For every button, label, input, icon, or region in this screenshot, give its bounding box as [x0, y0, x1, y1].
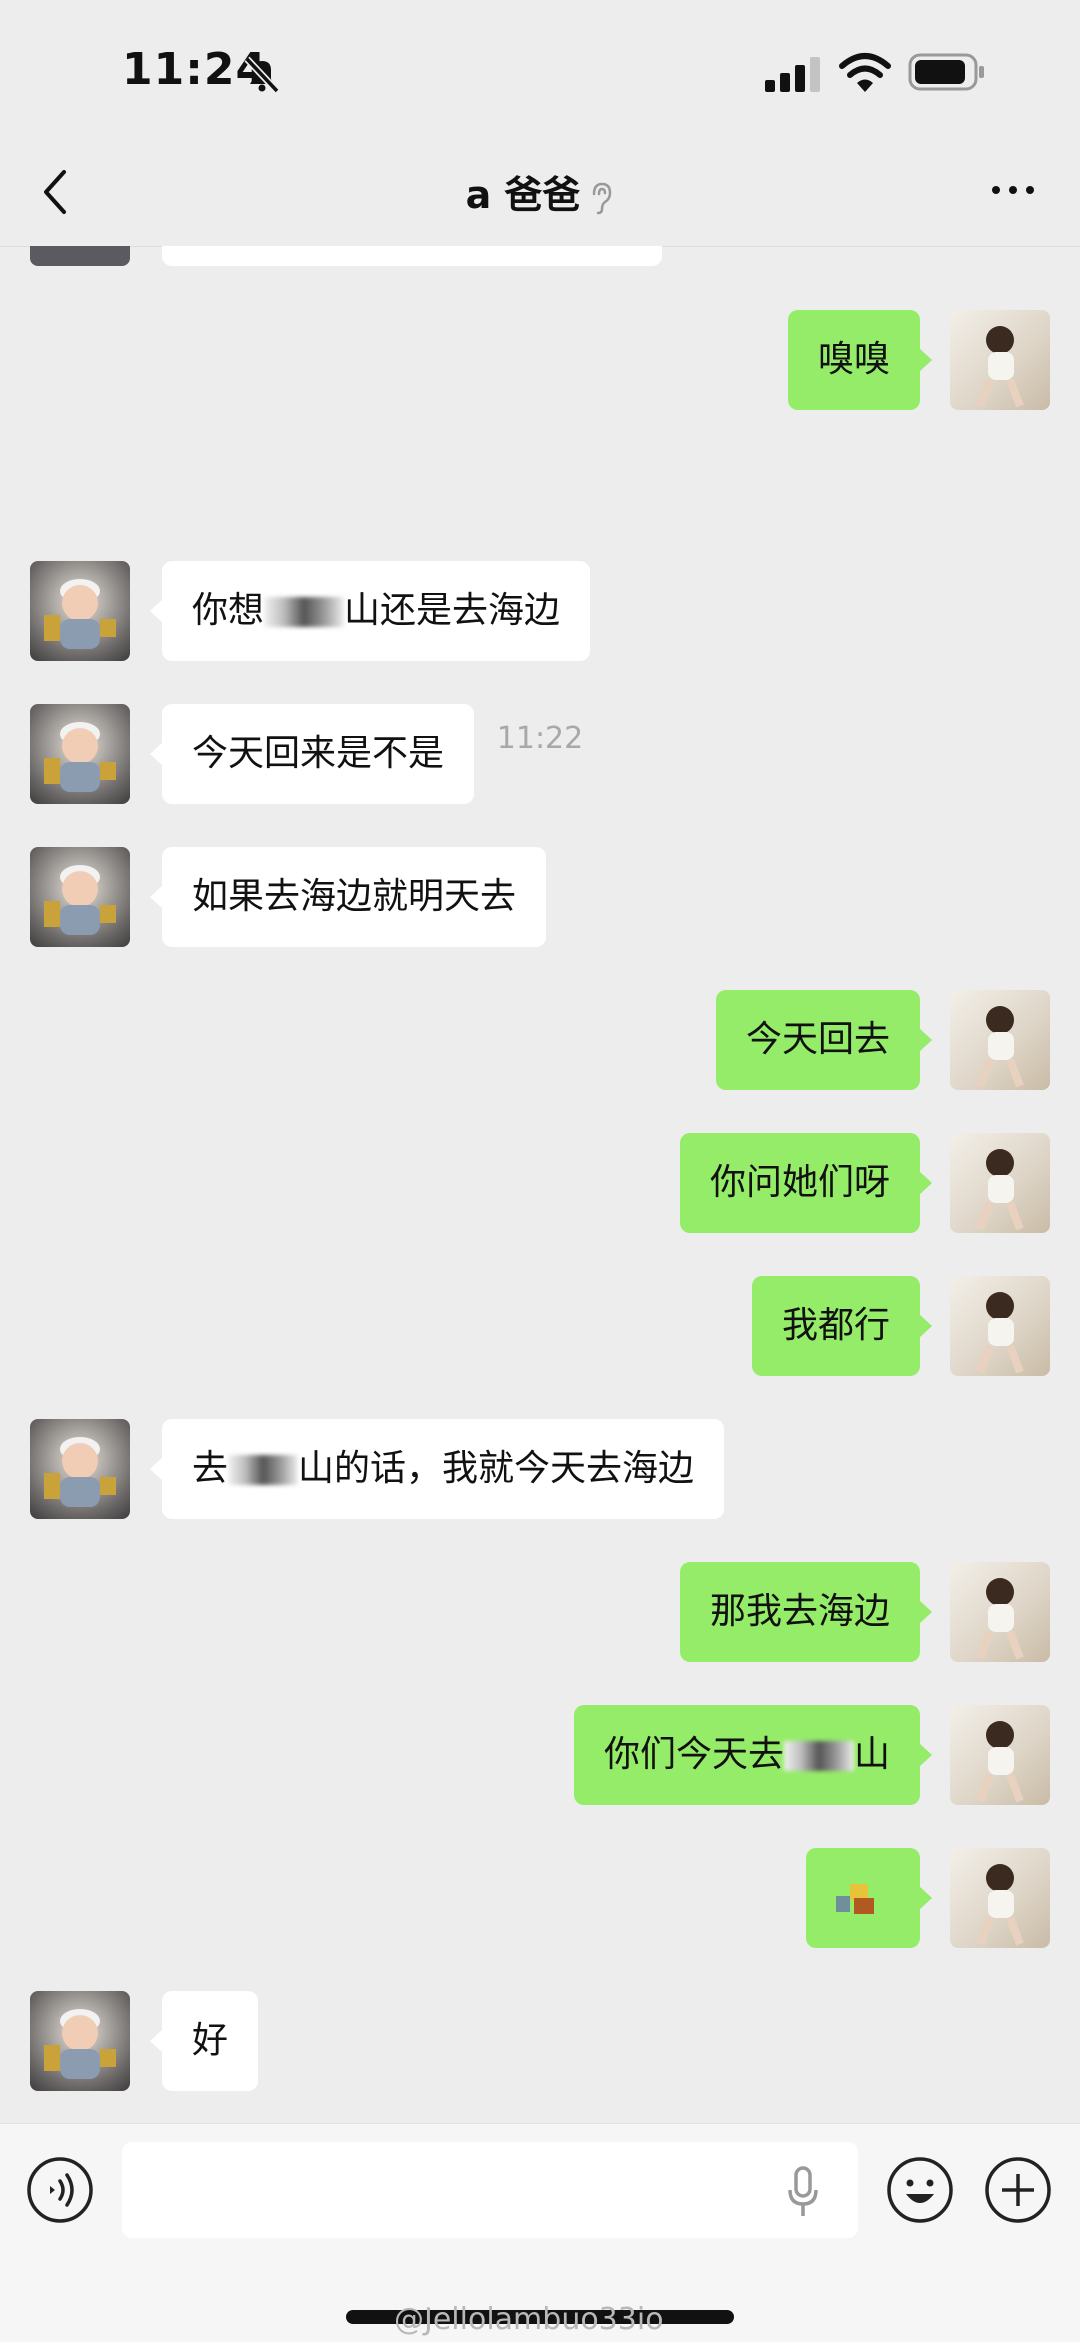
user-avatar[interactable] — [950, 1562, 1050, 1662]
message-bubble[interactable]: 嗅嗅 — [787, 310, 933, 410]
user-avatar[interactable] — [950, 1848, 1050, 1948]
plus-icon[interactable] — [984, 2156, 1052, 2224]
contact-avatar[interactable] — [30, 246, 130, 266]
status-bar: 11:24 — [0, 0, 1080, 140]
voice-icon[interactable] — [26, 2156, 94, 2224]
message-bubble[interactable] — [162, 246, 662, 266]
wifi-icon — [839, 53, 891, 92]
user-avatar-image — [976, 1292, 1024, 1374]
contact-avatar-image — [44, 722, 116, 792]
input-bar: @Jellolambuo33io — [0, 2123, 1080, 2342]
contact-name: a 爸爸 — [465, 173, 581, 217]
battery-icon — [908, 53, 984, 91]
chat-title: a 爸爸 — [0, 164, 1080, 219]
emoji-icon[interactable] — [886, 2156, 954, 2224]
message-bubble[interactable]: 我都行 — [751, 1276, 933, 1376]
watermark: @Jellolambuo33io — [394, 2302, 664, 2337]
user-avatar-image — [976, 1864, 1024, 1946]
contact-avatar[interactable] — [30, 1419, 130, 1519]
contact-avatar[interactable] — [30, 561, 130, 661]
user-avatar[interactable] — [950, 990, 1050, 1090]
contact-avatar[interactable] — [30, 847, 130, 947]
user-avatar[interactable] — [950, 310, 1050, 410]
user-avatar-image — [976, 1149, 1024, 1231]
contact-avatar-image — [44, 2009, 116, 2079]
mic-icon[interactable] — [786, 2166, 820, 2218]
contact-avatar[interactable] — [30, 1991, 130, 2091]
message-bubble[interactable]: 那我去海边 — [679, 1562, 933, 1662]
contact-avatar-image — [44, 865, 116, 935]
message-input[interactable] — [122, 2142, 858, 2238]
user-avatar[interactable] — [950, 1133, 1050, 1233]
message-bubble[interactable]: 今天回来是不是 — [149, 704, 475, 804]
contact-avatar[interactable] — [30, 704, 130, 804]
message-bubble[interactable]: 去山的话，我就今天去海边 — [149, 1419, 725, 1519]
message-bubble[interactable]: 你问她们呀 — [679, 1133, 933, 1233]
user-avatar[interactable] — [950, 1276, 1050, 1376]
message-bubble[interactable]: 如果去海边就明天去 — [149, 847, 547, 947]
message-bubble[interactable]: 你想 山还是去海边 — [149, 561, 591, 661]
signal-icon — [765, 57, 820, 92]
user-avatar-image — [976, 1721, 1024, 1803]
message-bubble[interactable]: 今天回去 — [715, 990, 933, 1090]
user-avatar[interactable] — [950, 1705, 1050, 1805]
sticker-icon — [836, 1884, 874, 1914]
message-bubble[interactable]: 你们今天去山 — [573, 1705, 933, 1805]
ear-icon — [593, 182, 612, 214]
redacted-text — [228, 1455, 299, 1485]
user-avatar-image — [976, 1578, 1024, 1660]
redacted-text — [783, 1741, 854, 1771]
message-list[interactable]: 嗅嗅 11:22 你想 山还是去海边 今天回来是不是 如果去海边就明天去 今天回去… — [0, 246, 1080, 2123]
contact-avatar-image — [44, 1437, 116, 1507]
user-avatar-image — [976, 1006, 1024, 1088]
message-bubble[interactable]: 好 — [149, 1991, 259, 2091]
bell-muted-icon — [244, 56, 280, 94]
more-icon[interactable] — [990, 180, 1036, 200]
redacted-text — [264, 597, 345, 627]
sticker-message[interactable] — [806, 1848, 932, 1948]
contact-avatar-image — [44, 579, 116, 649]
user-avatar-image — [976, 326, 1024, 408]
chat-header: a 爸爸 — [0, 140, 1080, 247]
